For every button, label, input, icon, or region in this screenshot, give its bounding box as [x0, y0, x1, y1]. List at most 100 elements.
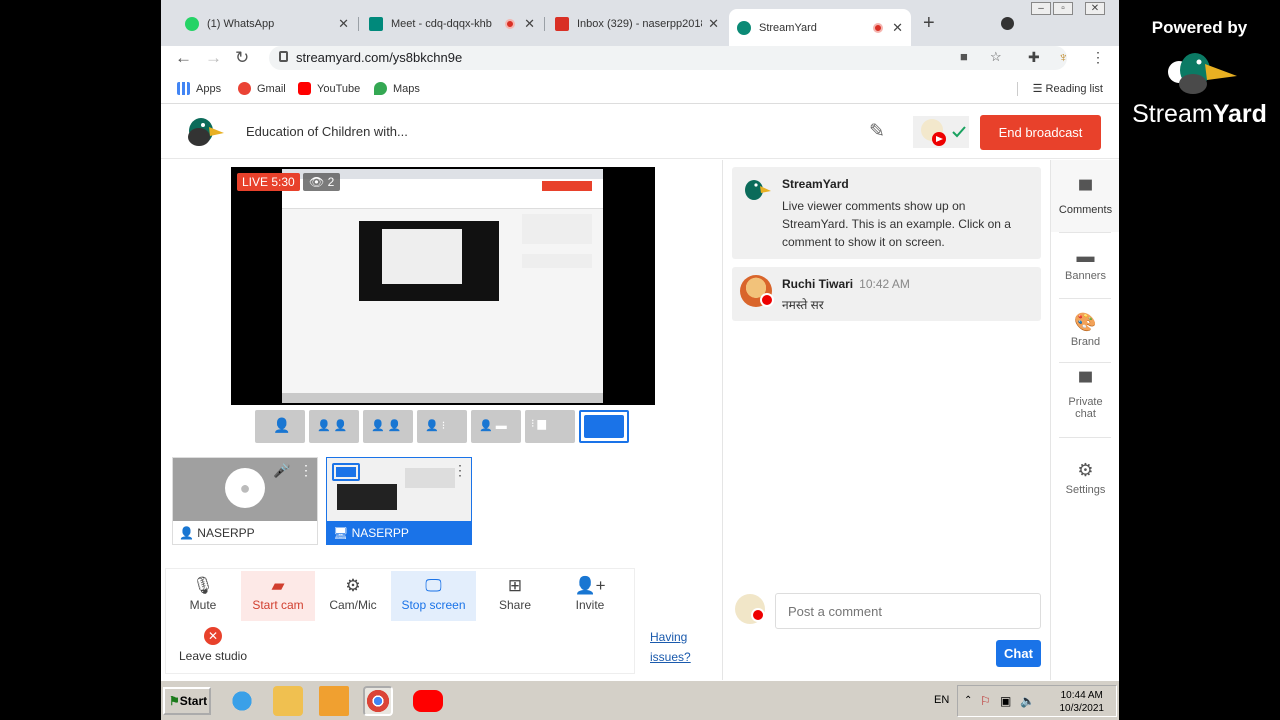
tray-expand-icon[interactable]: ⌃	[964, 695, 972, 706]
maximize-icon[interactable]: ▫	[1053, 2, 1073, 15]
rail-private-label: Private	[1068, 396, 1103, 408]
layout-sidebar-button[interactable]: ⁝ ▆	[525, 410, 575, 443]
stage-preview[interactable]: LIVE 5:30 👁 2	[231, 167, 655, 405]
leave-studio-button[interactable]: ✕ Leave studio	[174, 627, 252, 663]
profile-icon[interactable]: ♆	[1058, 49, 1069, 65]
action-center-icon[interactable]: ⚐	[980, 694, 991, 708]
layout-pip-button[interactable]: 👤 ▬	[471, 410, 521, 443]
share-button[interactable]: ⊞ Share	[478, 571, 552, 621]
camera-icon[interactable]: ■	[960, 49, 968, 64]
tab-gmail[interactable]: Inbox (329) - naserpp2018@ ✕	[547, 9, 727, 39]
streamyard-logo-icon	[188, 118, 224, 146]
comment-card[interactable]: StreamYard Live viewer comments show up …	[732, 167, 1041, 259]
close-tab-icon[interactable]: ✕	[708, 16, 719, 32]
post-comment-input[interactable]	[775, 593, 1041, 629]
rail-banners-label: Banners	[1065, 270, 1106, 282]
wordmark-yard: Yard	[1212, 100, 1267, 128]
tab-meet[interactable]: Meet - cdq-dqqx-khb ✕	[361, 9, 543, 39]
lock-icon	[279, 51, 288, 62]
recording-icon	[505, 19, 515, 29]
broadcast-title[interactable]: Education of Children with...	[246, 124, 408, 139]
mute-button[interactable]: 🎙 Mute	[166, 571, 240, 621]
close-tab-icon[interactable]: ✕	[338, 16, 349, 32]
edit-pencil-icon[interactable]: ✎	[869, 120, 885, 143]
stop-screen-button[interactable]: 🖵 Stop screen	[391, 571, 476, 621]
camera-off-icon: ▰	[271, 576, 285, 595]
participant-thumbnail[interactable]: ● 🎤 ⋮ 👤 NASERPP	[172, 457, 318, 545]
start-cam-button[interactable]: ▰ Start cam	[241, 571, 315, 621]
layout-fullscreen-button[interactable]	[579, 410, 629, 443]
more-options-icon[interactable]: ⋮	[453, 462, 467, 479]
palette-icon: 🎨	[1074, 312, 1097, 332]
invite-button[interactable]: 👤+ Invite	[553, 571, 627, 621]
media-player-icon[interactable]	[319, 686, 349, 716]
rail-banners-button[interactable]: ▬ Banners	[1051, 246, 1119, 282]
invite-label: Invite	[575, 598, 605, 612]
start-label: Start	[179, 694, 208, 708]
start-button[interactable]: ⚑Start	[163, 687, 211, 715]
rail-private-chat-button[interactable]: ▀ Private chat	[1051, 372, 1119, 420]
bookmark-youtube[interactable]: YouTube	[298, 82, 360, 95]
bookmark-maps[interactable]: Maps	[374, 82, 420, 95]
close-tab-icon[interactable]: ✕	[892, 20, 903, 36]
tab-separator	[544, 17, 545, 31]
chrome-menu-icon[interactable]: ⋮	[1091, 49, 1105, 66]
bookmark-label: Gmail	[257, 82, 286, 95]
layout-solo-button[interactable]: 👤	[255, 410, 305, 443]
gmail-icon	[555, 17, 569, 31]
comment-card[interactable]: Ruchi Tiwari 10:42 AM नमस्ते सर	[732, 267, 1041, 321]
bookmark-apps[interactable]: Apps	[177, 82, 221, 95]
comment-author-name: Ruchi Tiwari	[782, 277, 854, 291]
meet-icon	[369, 17, 383, 31]
comment-author: Ruchi Tiwari 10:42 AM	[782, 277, 910, 291]
reading-list-button[interactable]: ☰ Reading list	[1033, 82, 1103, 95]
end-broadcast-button[interactable]: End broadcast	[980, 115, 1101, 150]
layout-crop-button[interactable]: 👤 👤	[363, 410, 413, 443]
youtube-badge-icon	[751, 608, 765, 622]
gear-icon: ⚙	[1077, 460, 1094, 480]
internet-explorer-icon[interactable]	[227, 686, 257, 716]
chrome-taskbar-icon[interactable]	[363, 686, 393, 716]
tab-whatsapp[interactable]: (1) WhatsApp ✕	[177, 9, 357, 39]
rail-settings-button[interactable]: ⚙ Settings	[1051, 460, 1119, 496]
layout-group-button[interactable]: 👤 👤	[309, 410, 359, 443]
extensions-icon[interactable]: ✚	[1028, 49, 1040, 66]
mic-icon[interactable]: 🎤	[273, 462, 290, 479]
url-text[interactable]: streamyard.com/ys8bkchn9e	[296, 50, 462, 65]
person-icon: 👤 👤	[317, 420, 348, 432]
minimize-icon[interactable]: –	[1031, 2, 1051, 15]
star-icon[interactable]: ☆	[990, 49, 1002, 65]
screen-share-thumbnail[interactable]: ⋮ 🖥 NASERPP	[326, 457, 472, 545]
browser-window: (1) WhatsApp ✕ Meet - cdq-dqqx-khb ✕ Inb…	[161, 0, 1119, 720]
forward-icon[interactable]: →	[205, 48, 222, 68]
youtube-taskbar-icon[interactable]	[413, 690, 443, 712]
network-icon[interactable]: ▣	[1000, 694, 1011, 708]
more-options-icon[interactable]: ⋮	[299, 462, 313, 479]
monitor-icon: 🖵	[425, 576, 442, 595]
person-icon: 👤 ▬	[479, 420, 507, 432]
rail-comments-button[interactable]: ▀ Comments	[1051, 160, 1119, 232]
bookmark-gmail[interactable]: Gmail	[238, 82, 286, 95]
back-icon[interactable]: ←	[175, 48, 192, 68]
tab-search-icon[interactable]	[1001, 17, 1014, 30]
address-bar[interactable]: streamyard.com/ys8bkchn9e ■ ☆	[269, 46, 1067, 70]
cam-mic-settings-button[interactable]: ⚙ Cam/Mic	[316, 571, 390, 621]
having-issues-link[interactable]: Having issues?	[650, 627, 691, 667]
stop-screen-label: Stop screen	[401, 598, 466, 612]
clock[interactable]: 10:44 AM 10/3/2021	[1060, 689, 1105, 715]
window-close-icon[interactable]: ✕	[1085, 2, 1105, 15]
new-tab-icon[interactable]: +	[923, 12, 935, 35]
chat-send-button[interactable]: Chat	[996, 640, 1041, 667]
tab-streamyard[interactable]: StreamYard ✕	[729, 9, 911, 46]
side-rail: ▀ Comments ▬ Banners 🎨 Brand ▀ Private c…	[1050, 160, 1119, 680]
layout-leader-button[interactable]: 👤 ⁝	[417, 410, 467, 443]
language-indicator[interactable]: EN	[934, 694, 949, 706]
bookmarks-separator	[1017, 82, 1018, 96]
destination-avatar[interactable]	[913, 116, 969, 148]
folder-icon[interactable]	[273, 686, 303, 716]
close-tab-icon[interactable]: ✕	[524, 16, 535, 32]
rail-brand-button[interactable]: 🎨 Brand	[1051, 312, 1119, 348]
reload-icon[interactable]: ↻	[235, 48, 249, 68]
leave-studio-label: Leave studio	[178, 649, 248, 663]
volume-icon[interactable]: 🔈	[1020, 694, 1035, 708]
